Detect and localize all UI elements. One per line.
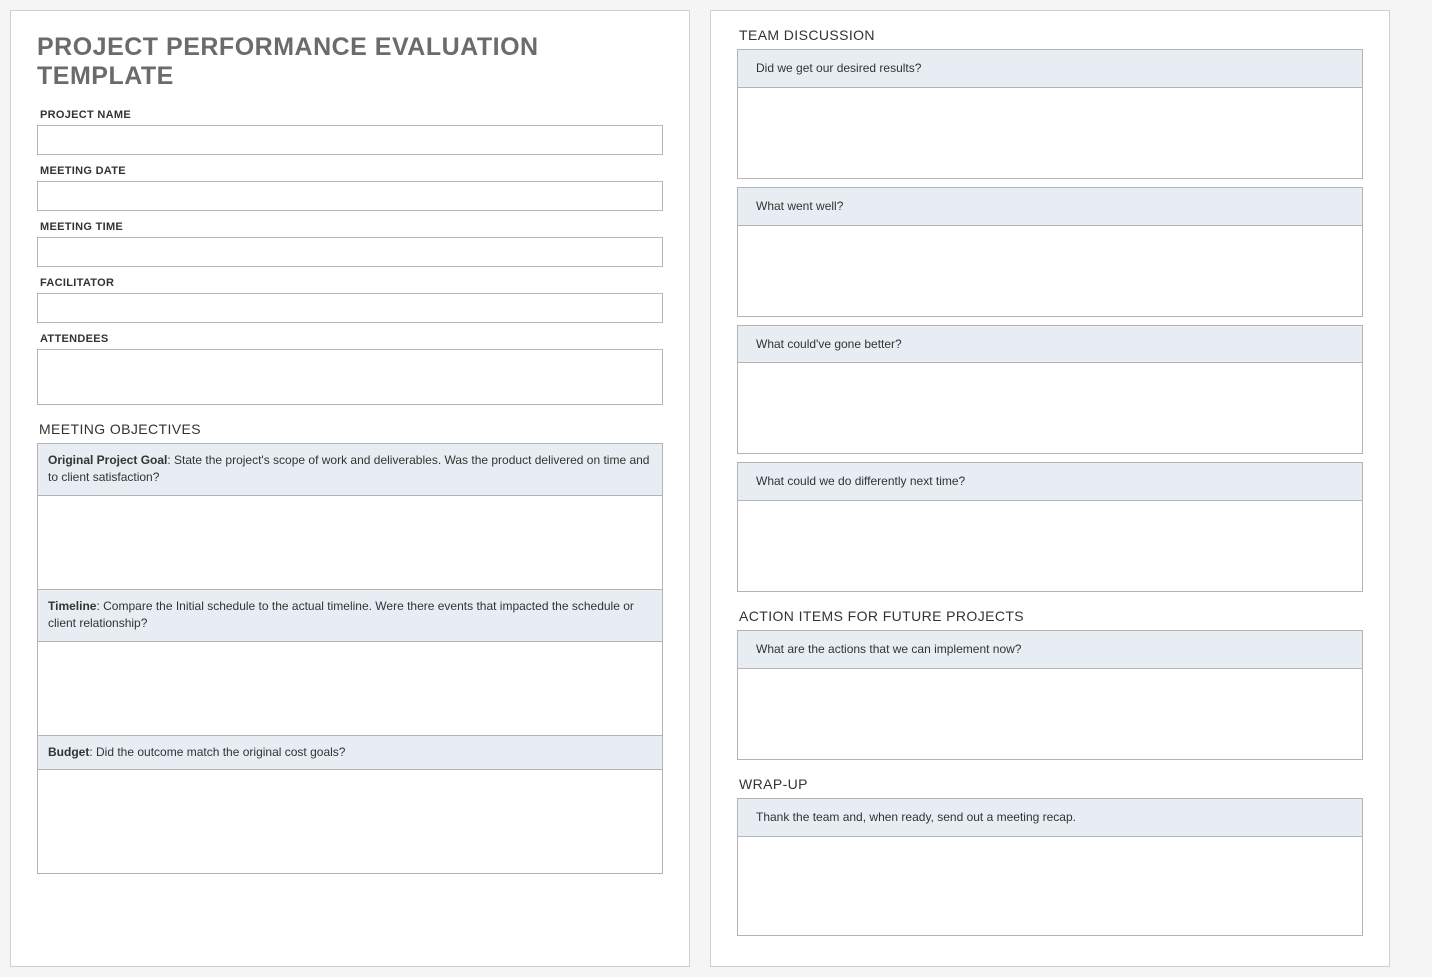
action-prompt: What are the actions that we can impleme… bbox=[737, 630, 1363, 668]
wrapup-textarea[interactable] bbox=[737, 836, 1363, 936]
label-facilitator: FACILITATOR bbox=[40, 277, 663, 289]
input-meeting-time[interactable] bbox=[37, 237, 663, 267]
section-wrap-up: WRAP-UP bbox=[739, 776, 1363, 792]
objective-text: : Did the outcome match the original cos… bbox=[89, 745, 345, 759]
objective-item: Budget: Did the outcome match the origin… bbox=[37, 736, 663, 874]
section-action-items: ACTION ITEMS FOR FUTURE PROJECTS bbox=[739, 608, 1363, 624]
discussion-prompt: What went well? bbox=[737, 187, 1363, 225]
objective-prompt: Timeline: Compare the Initial schedule t… bbox=[37, 590, 663, 641]
input-meeting-date[interactable] bbox=[37, 181, 663, 211]
objective-text: : Compare the Initial schedule to the ac… bbox=[48, 599, 634, 630]
page-2: TEAM DISCUSSION Did we get our desired r… bbox=[710, 10, 1390, 967]
objective-prompt: Original Project Goal: State the project… bbox=[37, 443, 663, 495]
discussion-item: Did we get our desired results? bbox=[737, 49, 1363, 179]
objective-item: Original Project Goal: State the project… bbox=[37, 443, 663, 590]
objective-prompt: Budget: Did the outcome match the origin… bbox=[37, 736, 663, 769]
objective-textarea[interactable] bbox=[37, 769, 663, 874]
discussion-textarea[interactable] bbox=[737, 362, 1363, 454]
discussion-textarea[interactable] bbox=[737, 87, 1363, 179]
discussion-item: What could've gone better? bbox=[737, 325, 1363, 455]
input-project-name[interactable] bbox=[37, 125, 663, 155]
discussion-prompt: Did we get our desired results? bbox=[737, 49, 1363, 87]
discussion-textarea[interactable] bbox=[737, 500, 1363, 592]
discussion-prompt: What could've gone better? bbox=[737, 325, 1363, 363]
wrapup-prompt: Thank the team and, when ready, send out… bbox=[737, 798, 1363, 836]
objective-textarea[interactable] bbox=[37, 495, 663, 590]
section-team-discussion: TEAM DISCUSSION bbox=[739, 27, 1363, 43]
input-facilitator[interactable] bbox=[37, 293, 663, 323]
team-discussion-stack: Did we get our desired results? What wen… bbox=[737, 49, 1363, 592]
document: PROJECT PERFORMANCE EVALUATION TEMPLATE … bbox=[10, 10, 1422, 967]
objective-textarea[interactable] bbox=[37, 641, 663, 736]
wrapup-item: Thank the team and, when ready, send out… bbox=[737, 798, 1363, 936]
input-attendees[interactable] bbox=[37, 349, 663, 405]
action-items-stack: What are the actions that we can impleme… bbox=[737, 630, 1363, 760]
action-textarea[interactable] bbox=[737, 668, 1363, 760]
action-item: What are the actions that we can impleme… bbox=[737, 630, 1363, 760]
objective-item: Timeline: Compare the Initial schedule t… bbox=[37, 590, 663, 736]
wrap-up-stack: Thank the team and, when ready, send out… bbox=[737, 798, 1363, 936]
page-title: PROJECT PERFORMANCE EVALUATION TEMPLATE bbox=[37, 33, 663, 91]
label-meeting-time: MEETING TIME bbox=[40, 221, 663, 233]
section-meeting-objectives: MEETING OBJECTIVES bbox=[39, 421, 663, 437]
objective-label: Original Project Goal bbox=[48, 453, 167, 467]
objective-label: Budget bbox=[48, 745, 89, 759]
discussion-item: What went well? bbox=[737, 187, 1363, 317]
objective-label: Timeline bbox=[48, 599, 96, 613]
discussion-prompt: What could we do differently next time? bbox=[737, 462, 1363, 500]
label-attendees: ATTENDEES bbox=[40, 333, 663, 345]
discussion-item: What could we do differently next time? bbox=[737, 462, 1363, 592]
page-1: PROJECT PERFORMANCE EVALUATION TEMPLATE … bbox=[10, 10, 690, 967]
label-meeting-date: MEETING DATE bbox=[40, 165, 663, 177]
label-project-name: PROJECT NAME bbox=[40, 109, 663, 121]
discussion-textarea[interactable] bbox=[737, 225, 1363, 317]
